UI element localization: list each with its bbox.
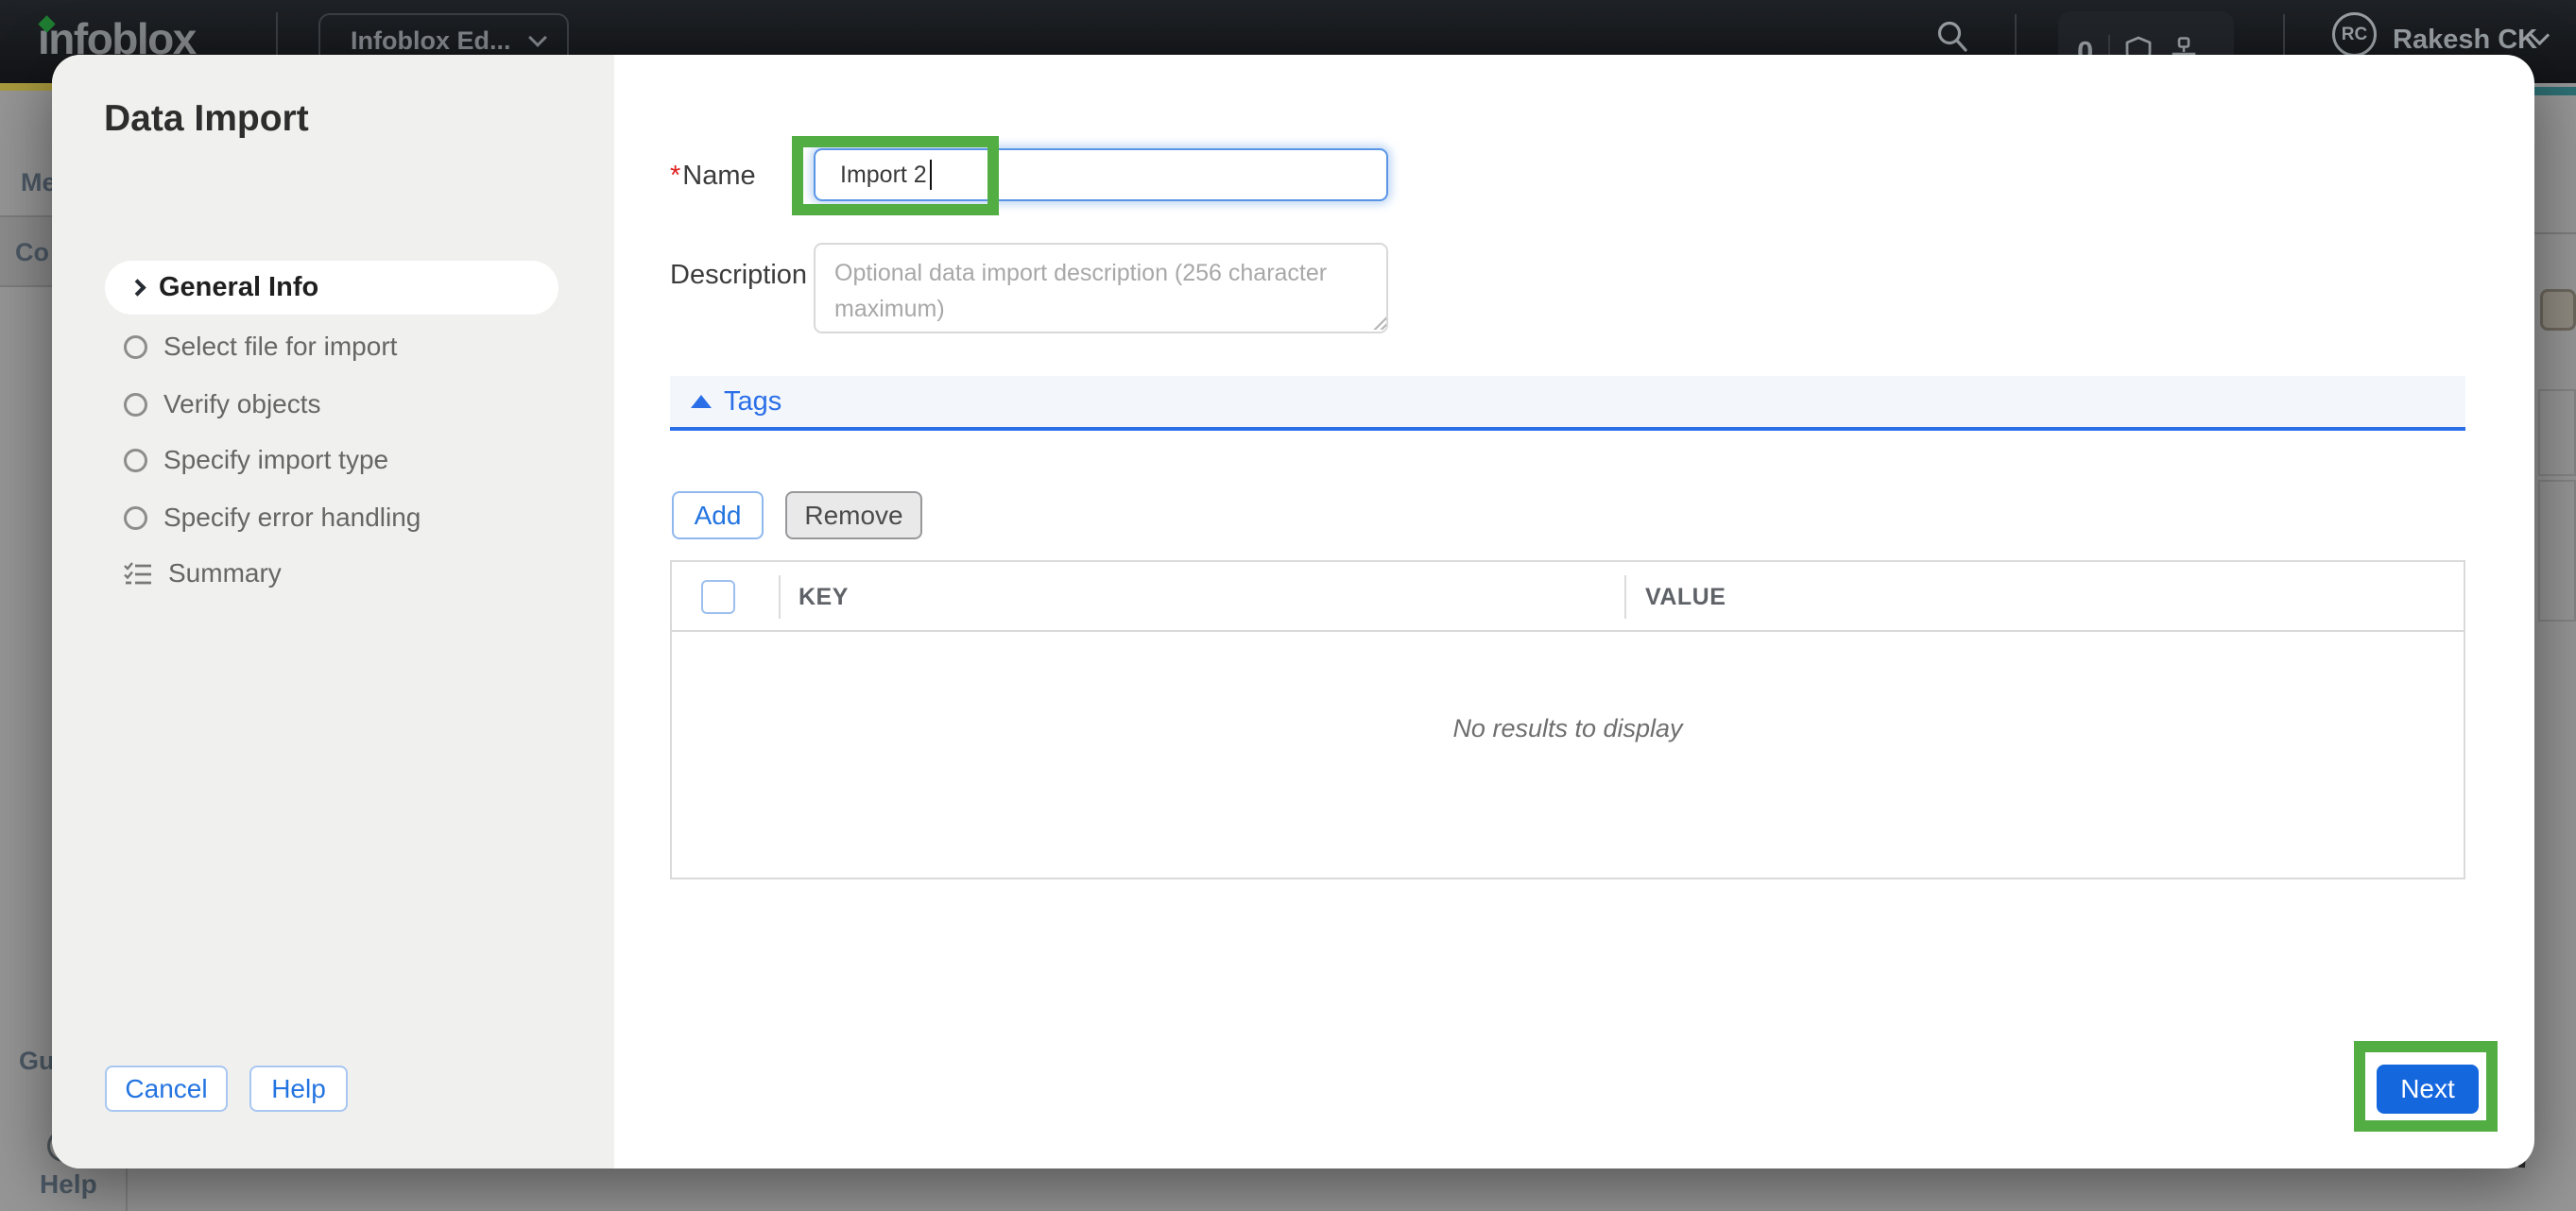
step-select-file[interactable]: Select file for import — [124, 328, 397, 366]
chevron-down-icon — [528, 28, 547, 47]
text-caret — [930, 160, 932, 190]
wizard-steps-sidebar: Data Import General Info Select file for… — [52, 55, 614, 1168]
next-button[interactable]: Next — [2377, 1065, 2479, 1114]
tags-section-label: Tags — [724, 386, 781, 418]
user-name: Rakesh CK — [2393, 25, 2537, 56]
help-button[interactable]: Help — [249, 1066, 348, 1112]
data-import-dialog: Data Import General Info Select file for… — [52, 55, 2534, 1168]
step-summary[interactable]: Summary — [124, 554, 282, 592]
required-asterisk: * — [670, 161, 680, 192]
select-all-checkbox[interactable] — [701, 580, 735, 614]
step-label: General Info — [159, 272, 318, 303]
background-nav-item: Me — [21, 168, 57, 197]
search-icon — [1935, 19, 1969, 53]
background-banner-strip-left — [0, 83, 54, 91]
remove-tag-button[interactable]: Remove — [785, 491, 922, 539]
step-circle-icon — [124, 393, 147, 417]
value-column-header: VALUE — [1645, 584, 1726, 611]
step-specify-import-type[interactable]: Specify import type — [124, 441, 388, 479]
add-tag-button[interactable]: Add — [672, 491, 764, 539]
step-general-info[interactable]: General Info — [105, 261, 558, 315]
background-help-label: Help — [40, 1169, 97, 1200]
background-nav-item: Co — [15, 238, 49, 267]
step-label: Summary — [168, 558, 282, 588]
description-input[interactable] — [814, 243, 1388, 333]
background-nav-item: Gu — [19, 1047, 55, 1076]
step-specify-error-handling[interactable]: Specify error handling — [124, 499, 421, 537]
background-banner-strip-right — [2533, 87, 2576, 95]
step-circle-icon — [124, 506, 147, 530]
name-input-value: Import 2 — [840, 162, 927, 189]
topbar-divider — [276, 12, 278, 58]
background-edge-line — [2534, 232, 2576, 234]
background-partial-panel — [2538, 480, 2576, 622]
tags-section-toggle[interactable]: Tags — [670, 376, 2465, 431]
key-column-header: KEY — [799, 584, 849, 611]
tags-table-header: KEY VALUE — [672, 562, 2464, 632]
empty-results-text: No results to display — [1452, 714, 1682, 743]
user-avatar[interactable]: RC — [2332, 12, 2377, 57]
background-divider — [126, 1168, 128, 1211]
step-verify-objects[interactable]: Verify objects — [124, 385, 321, 423]
column-divider — [779, 575, 781, 619]
step-label: Specify error handling — [163, 503, 421, 533]
tags-table-body: No results to display — [672, 632, 2464, 878]
background-partial-panel — [2538, 389, 2576, 476]
step-label: Specify import type — [163, 445, 388, 475]
step-label: Select file for import — [163, 332, 397, 362]
name-input[interactable]: Import 2 — [814, 148, 1388, 201]
description-field-label: Description — [670, 260, 807, 291]
user-initials: RC — [2342, 25, 2367, 45]
chevron-right-icon — [129, 279, 146, 296]
cancel-button[interactable]: Cancel — [105, 1066, 228, 1112]
organization-selector-label: Infoblox Ed... — [351, 26, 514, 56]
step-circle-icon — [124, 449, 147, 472]
column-divider — [1624, 575, 1626, 619]
collapse-triangle-icon — [691, 395, 712, 408]
summary-checklist-icon — [124, 561, 152, 587]
step-circle-icon — [124, 335, 147, 359]
search-button[interactable] — [1935, 19, 1969, 58]
name-field-label: * Name — [670, 161, 756, 192]
background-partial-button — [2540, 289, 2576, 331]
topbar-divider — [2283, 14, 2285, 56]
tags-table: KEY VALUE No results to display — [670, 560, 2465, 879]
dialog-title: Data Import — [104, 98, 309, 140]
step-label: Verify objects — [163, 389, 321, 419]
topbar-divider — [2015, 14, 2017, 56]
